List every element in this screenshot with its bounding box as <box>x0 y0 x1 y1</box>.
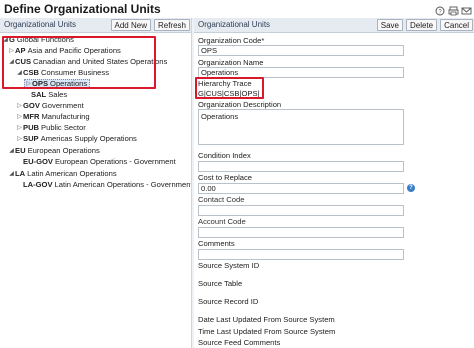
collapse-arrow-icon[interactable]: ◢ <box>8 146 15 156</box>
detail-panel: Organizational Units Save Delete Cancel … <box>194 18 474 348</box>
contact-code-field[interactable] <box>198 205 404 216</box>
collapse-arrow-icon[interactable]: ◢ <box>16 68 23 78</box>
tree-node-code: LA <box>15 169 26 178</box>
refresh-button[interactable]: Refresh <box>153 19 190 31</box>
delete-button[interactable]: Delete <box>405 19 438 31</box>
tree-node-sup[interactable]: ▷ SUP Americas Supply Operations <box>16 134 137 144</box>
add-new-button[interactable]: Add New <box>110 19 151 31</box>
org-description-field[interactable]: Operations <box>198 109 404 145</box>
time-last-updated-label: Time Last Updated From Source System <box>198 327 336 336</box>
tree-node-name: Operations <box>50 79 88 88</box>
tree-node-pub[interactable]: ▷ PUB Public Sector <box>16 123 86 133</box>
tree-node-gov[interactable]: ▷ GOV Government <box>16 101 84 111</box>
condition-index-label: Condition Index <box>198 151 251 160</box>
detail-panel-header: Organizational Units Save Delete Cancel <box>194 18 474 33</box>
tree-node-name: Global Functions <box>16 35 74 44</box>
tree-node-name: Latin American Operations <box>27 169 117 178</box>
condition-index-field[interactable] <box>198 161 404 172</box>
tree-node-csb[interactable]: ◢ CSB Consumer Business <box>16 68 109 78</box>
tree-panel-title: Organizational Units <box>4 20 77 29</box>
collapse-arrow-icon[interactable]: ◢ <box>2 35 9 45</box>
tree-node-code: OPS <box>32 79 49 88</box>
tree-node-mfr[interactable]: ▷ MFR Manufacturing <box>16 112 90 122</box>
tree-node-name: Latin American Operations - Government <box>54 180 193 189</box>
hierarchy-trace-value: G|CUS|CSB|OPS| <box>198 89 260 98</box>
collapse-arrow-icon[interactable]: ◢ <box>8 169 15 179</box>
tree-node-code: G <box>9 35 15 44</box>
tree-node-name: Asia and Pacific Operations <box>27 46 121 55</box>
tree-node-name: Consumer Business <box>41 68 109 77</box>
tree-node-code: GOV <box>23 101 40 110</box>
title-bar: Define Organizational Units ? <box>0 0 474 17</box>
tree-node-code: CUS <box>15 57 32 66</box>
info-icon[interactable]: ? <box>407 184 415 192</box>
top-icons: ? <box>435 3 472 16</box>
tree-node-eu[interactable]: ◢ EU European Operations <box>8 146 100 156</box>
cancel-button[interactable]: Cancel <box>440 19 473 31</box>
tree-node-name: Sales <box>48 90 68 99</box>
tree-node-code: EU-GOV <box>23 157 53 166</box>
tree-node-eu-gov[interactable]: EU-GOV European Operations - Government <box>16 157 176 167</box>
tree-panel-header: Organizational Units Add New Refresh <box>0 18 191 33</box>
tree-node-code: EU <box>15 146 26 155</box>
hierarchy-trace-label: Hierarchy Trace <box>198 79 252 88</box>
tree-node-g[interactable]: ◢ G Global Functions <box>2 35 74 45</box>
contact-code-label: Contact Code <box>198 195 245 204</box>
tree-node-ap[interactable]: ▷ AP Asia and Pacific Operations <box>8 46 121 56</box>
help-icon[interactable]: ? <box>435 3 446 16</box>
expand-arrow-icon[interactable]: ▷ <box>16 123 23 133</box>
tree-node-code: SAL <box>31 90 47 99</box>
tree-panel: Organizational Units Add New Refresh ◢ G G… <box>0 18 193 348</box>
tree-node-name: Public Sector <box>41 123 86 132</box>
tree-node-code: MFR <box>23 112 40 121</box>
expand-arrow-icon[interactable]: ▷ <box>16 112 23 122</box>
expand-arrow-icon[interactable]: ▷ <box>16 134 23 144</box>
org-description-label: Organization Description <box>198 100 282 109</box>
source-feed-comments-label: Source Feed Comments <box>198 338 281 347</box>
tree-node-code: AP <box>15 46 26 55</box>
org-name-field[interactable]: Operations <box>198 67 404 78</box>
org-code-label: Organization Code* <box>198 36 265 45</box>
tree-node-name: Manufacturing <box>41 112 90 121</box>
page-title: Define Organizational Units <box>4 2 161 16</box>
comments-label: Comments <box>198 239 235 248</box>
tree-node-code: SUP <box>23 134 39 143</box>
tree-node-la[interactable]: ◢ LA Latin American Operations <box>8 169 117 179</box>
tree-node-name: Americas Supply Operations <box>40 134 137 143</box>
tree-node-sal[interactable]: SAL Sales <box>24 90 67 100</box>
source-record-id-label: Source Record ID <box>198 297 259 306</box>
print-icon[interactable] <box>448 3 459 16</box>
tree-node-name: Canadian and United States Operations <box>33 57 168 66</box>
tree-node-cus[interactable]: ◢ CUS Canadian and United States Operation… <box>8 57 167 67</box>
account-code-field[interactable] <box>198 227 404 238</box>
save-button[interactable]: Save <box>376 19 403 31</box>
org-name-label: Organization Name <box>198 58 264 67</box>
detail-panel-title: Organizational Units <box>198 20 271 29</box>
tree-node-name: European Operations <box>27 146 100 155</box>
cost-to-replace-label: Cost to Replace <box>198 173 253 182</box>
tree-node-code: PUB <box>23 123 40 132</box>
email-icon[interactable] <box>461 3 472 15</box>
expand-arrow-icon[interactable]: ▷ <box>8 46 15 56</box>
tree-node-code: CSB <box>23 68 40 77</box>
tree-node-la-gov[interactable]: LA-GOV Latin American Operations - Govern… <box>16 180 193 190</box>
cost-to-replace-field[interactable]: 0.00 <box>198 183 404 194</box>
source-table-label: Source Table <box>198 279 243 288</box>
expand-arrow-icon[interactable]: ▷ <box>16 101 23 111</box>
account-code-label: Account Code <box>198 217 246 226</box>
tree-node-code: LA-GOV <box>23 180 53 189</box>
expand-arrow-icon[interactable]: ▷ <box>25 79 32 89</box>
source-system-id-label: Source System ID <box>198 261 260 270</box>
comments-field[interactable] <box>198 249 404 260</box>
tree-node-ops[interactable]: ▷ OPS Operations <box>24 79 91 89</box>
tree-node-name: Government <box>41 101 84 110</box>
date-last-updated-label: Date Last Updated From Source System <box>198 315 335 324</box>
collapse-arrow-icon[interactable]: ◢ <box>8 57 15 67</box>
org-code-field[interactable]: OPS <box>198 45 404 56</box>
tree-node-name: European Operations - Government <box>54 157 176 166</box>
